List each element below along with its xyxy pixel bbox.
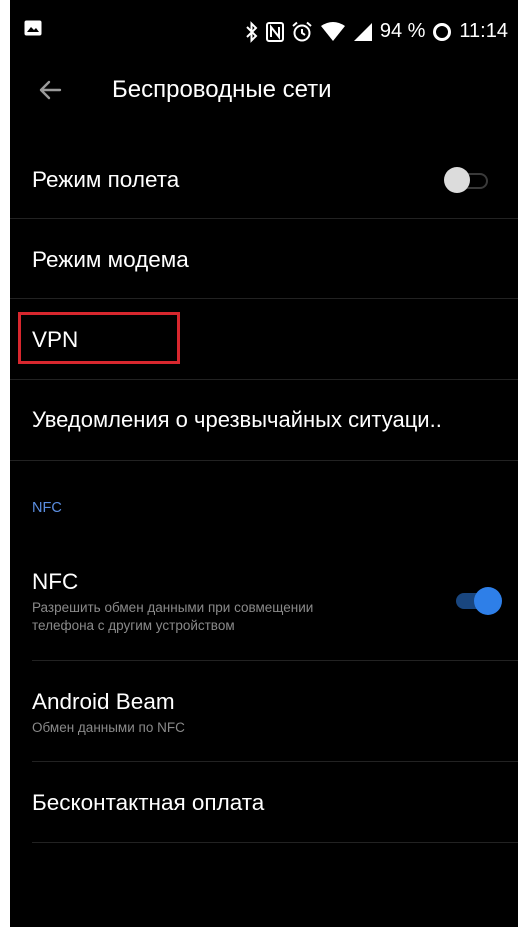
divider (10, 460, 518, 461)
emergency-alerts-row[interactable]: Уведомления о чрезвычайных ситуаци.. (10, 380, 518, 460)
airplane-mode-row[interactable]: Режим полета (10, 138, 518, 218)
contactless-payment-row[interactable]: Бесконтактная оплата (10, 762, 518, 842)
settings-screen: 94 % 11:14 Беспроводные сети Режим полет… (10, 0, 518, 927)
airplane-mode-toggle[interactable] (442, 167, 492, 193)
nfc-toggle[interactable] (454, 587, 504, 615)
airplane-mode-label: Режим полета (32, 167, 180, 192)
nfc-summary-line: телефона с другим устройством (32, 618, 235, 633)
bluetooth-icon (245, 20, 259, 43)
alarm-icon (291, 21, 313, 43)
android-beam-summary: Обмен данными по NFC (32, 720, 185, 735)
divider (32, 842, 518, 843)
page-title: Беспроводные сети (112, 76, 332, 103)
modem-mode-label: Режим модема (32, 247, 189, 272)
modem-mode-row[interactable]: Режим модема (10, 219, 518, 299)
android-beam-label: Android Beam (32, 689, 175, 714)
nfc-summary: Разрешить обмен данными при совмещении т… (32, 599, 313, 635)
clock: 11:14 (459, 20, 508, 42)
nfc-row[interactable]: NFC Разрешить обмен данными при совмещен… (10, 555, 518, 660)
nfc-icon (265, 21, 284, 42)
app-bar: Беспроводные сети (10, 64, 518, 118)
battery-ring-icon (432, 22, 452, 42)
status-bar: 94 % 11:14 (10, 0, 518, 64)
cellular-icon (353, 22, 373, 42)
nfc-summary-line: Разрешить обмен данными при совмещении (32, 600, 314, 615)
nfc-label: NFC (32, 569, 79, 594)
wifi-icon (320, 21, 346, 42)
contactless-payment-label: Бесконтактная оплата (32, 790, 265, 815)
image-icon (24, 20, 42, 41)
emergency-alerts-label: Уведомления о чрезвычайных ситуаци.. (32, 407, 442, 432)
battery-level: 94 % (379, 20, 426, 42)
section-header-nfc: NFC (32, 500, 62, 516)
arrow-left-icon[interactable] (34, 74, 66, 106)
vpn-highlight-frame (18, 312, 180, 364)
android-beam-row[interactable]: Android Beam Обмен данными по NFC (10, 661, 518, 761)
